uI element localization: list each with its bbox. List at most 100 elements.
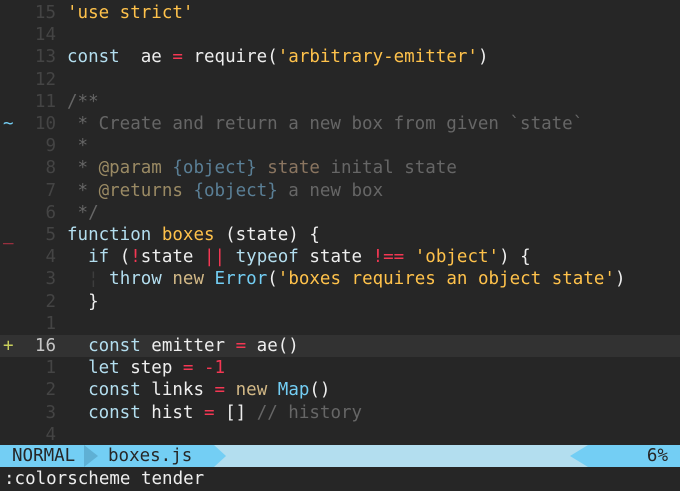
code-token: 'use strict' bbox=[67, 3, 194, 23]
code-token: ae bbox=[119, 47, 173, 68]
code-token: a new box bbox=[277, 180, 384, 201]
code-line[interactable]: 7 * @returns {object} a new box bbox=[0, 180, 680, 202]
code-line[interactable]: 1 bbox=[0, 313, 680, 335]
code-line[interactable]: 2 } bbox=[0, 291, 680, 313]
code-line[interactable]: 15 'use strict' bbox=[0, 2, 680, 24]
code-token: const bbox=[88, 402, 141, 423]
code-token: boxes bbox=[161, 225, 215, 245]
code-token: require( bbox=[182, 47, 278, 68]
code-text: const links = new Map() bbox=[67, 379, 330, 401]
code-token: * bbox=[67, 158, 99, 179]
code-token: 'arbitrary-emitter' bbox=[277, 47, 478, 68]
code-token: = bbox=[172, 47, 183, 68]
code-token: } bbox=[67, 291, 99, 312]
mode-indicator: NORMAL bbox=[0, 445, 84, 467]
git-sign: _ bbox=[3, 225, 14, 245]
code-line[interactable]: 4 if (!state || typeof state !== 'object… bbox=[0, 246, 680, 268]
code-token: ) bbox=[477, 47, 489, 68]
code-line[interactable]: 8 * @param {object} state inital state bbox=[0, 157, 680, 179]
code-text: function boxes (state) { bbox=[67, 224, 320, 246]
code-line[interactable]: _ 5 function boxes (state) { bbox=[0, 224, 680, 246]
code-token: const bbox=[88, 380, 141, 401]
command-line[interactable]: :colorscheme tender bbox=[4, 468, 204, 490]
code-token: * bbox=[67, 180, 99, 201]
code-text: if (!state || typeof state !== 'object')… bbox=[67, 246, 531, 268]
code-token: * bbox=[67, 136, 89, 157]
code-token: let bbox=[88, 358, 120, 379]
code-line[interactable]: 1 let step = -1 bbox=[0, 357, 680, 379]
scroll-percent: 6% bbox=[646, 446, 668, 466]
code-token: links bbox=[140, 380, 215, 401]
code-text: * @param {object} state inital state bbox=[67, 157, 457, 179]
separator-arrow-icon bbox=[84, 445, 98, 467]
line-number: 11 bbox=[34, 91, 56, 112]
code-line[interactable]: 4 bbox=[0, 424, 680, 446]
code-token: state bbox=[298, 247, 373, 268]
line-number: 12 bbox=[34, 69, 56, 90]
code-line[interactable]: 14 bbox=[0, 24, 680, 46]
code-text: } bbox=[67, 291, 99, 313]
code-token: ¦ bbox=[67, 269, 110, 290]
code-line[interactable]: 9 * bbox=[0, 135, 680, 157]
line-number: 2 bbox=[45, 291, 56, 312]
code-text: */ bbox=[67, 202, 99, 224]
code-token: const bbox=[88, 336, 141, 356]
line-number: 15 bbox=[34, 3, 56, 23]
code-token: () bbox=[309, 380, 331, 401]
code-token: {object} bbox=[193, 180, 278, 201]
line-number: 2 bbox=[45, 380, 56, 401]
code-line[interactable]: 3 const hist = [] // history bbox=[0, 402, 680, 424]
code-token: throw bbox=[109, 269, 162, 290]
editor-buffer[interactable]: 15'use strict' 14 13 const ae = require('ar… bbox=[0, 0, 680, 445]
code-token: 'boxes requires an object state' bbox=[277, 269, 615, 290]
code-token: */ bbox=[67, 202, 99, 223]
code-token: state bbox=[267, 158, 320, 179]
code-token: || bbox=[204, 247, 226, 268]
line-number: 5 bbox=[45, 225, 56, 245]
code-token: (state) { bbox=[214, 225, 320, 245]
separator-arrow-icon bbox=[570, 445, 588, 467]
code-token: function bbox=[67, 225, 152, 245]
code-line[interactable]: 3 ¦ throw new Error('boxes requires an o… bbox=[0, 268, 680, 290]
line-number: 3 bbox=[45, 269, 56, 290]
code-line[interactable]: ~10 * Create and return a new box from g… bbox=[0, 113, 680, 135]
code-token: const bbox=[67, 47, 120, 68]
code-token: 'object' bbox=[414, 247, 500, 268]
code-line[interactable]: 13 const ae = require('arbitrary-emitter'… bbox=[0, 46, 680, 68]
code-token: if bbox=[88, 247, 110, 268]
code-token: step bbox=[119, 358, 183, 379]
code-text: const ae = require('arbitrary-emitter') bbox=[67, 46, 488, 68]
code-line[interactable]: 12 bbox=[0, 69, 680, 91]
code-token: ) bbox=[614, 269, 626, 290]
statusline: NORMAL boxes.js 6% bbox=[0, 445, 680, 467]
code-token: -1 bbox=[204, 358, 226, 379]
code-token: ! bbox=[130, 247, 141, 268]
line-number: 3 bbox=[45, 402, 56, 423]
code-line[interactable]: 6 */ bbox=[0, 202, 680, 224]
code-line[interactable]: 11 /** bbox=[0, 91, 680, 113]
code-token: Map bbox=[277, 380, 310, 401]
line-number: 1 bbox=[45, 313, 56, 334]
code-token: {object} bbox=[172, 158, 257, 179]
code-text: * @returns {object} a new box bbox=[67, 180, 384, 202]
code-token: typeof bbox=[235, 247, 299, 268]
code-token: * Create and return a new box from given… bbox=[67, 114, 584, 134]
code-line[interactable]: 2 const links = new Map() bbox=[0, 379, 680, 401]
git-sign: ~ bbox=[3, 114, 14, 134]
git-sign: + bbox=[3, 336, 14, 356]
code-token: hist bbox=[140, 402, 204, 423]
code-line[interactable]: +16 const emitter = ae() bbox=[0, 335, 680, 358]
line-number: 16 bbox=[34, 336, 56, 356]
line-number: 14 bbox=[34, 25, 56, 46]
code-token: [] bbox=[214, 402, 257, 423]
code-token: !== bbox=[372, 247, 405, 268]
code-token: = bbox=[203, 402, 215, 423]
code-token: state bbox=[140, 247, 204, 268]
